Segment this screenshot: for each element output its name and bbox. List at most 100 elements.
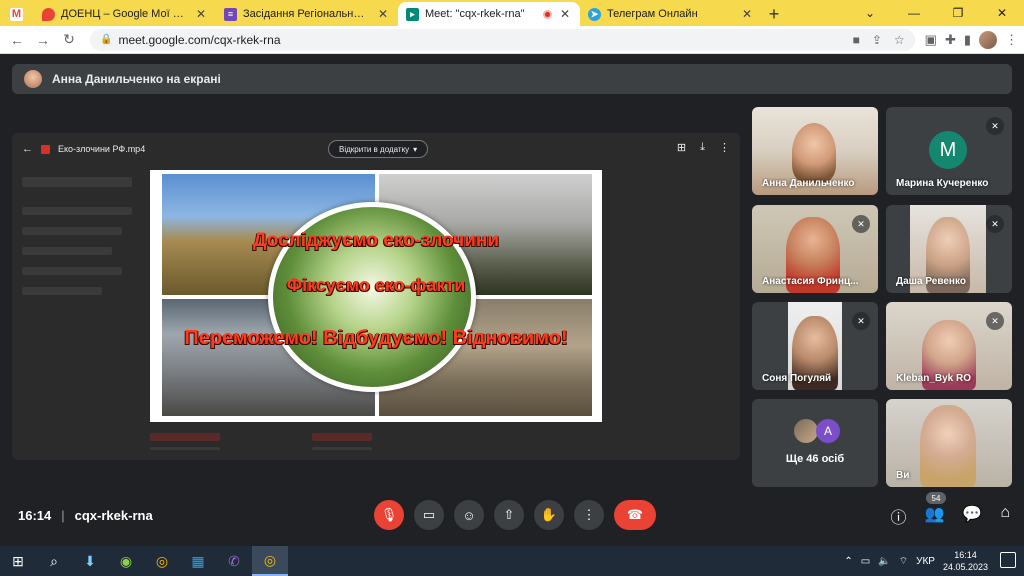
network-icon[interactable]: ▭ xyxy=(861,556,870,567)
open-with-button[interactable]: Відкрити в додатку ▾ xyxy=(328,140,429,158)
tab-gmail[interactable]: M xyxy=(0,2,34,26)
back-icon[interactable]: ← xyxy=(6,29,28,51)
clock-time: 16:14 xyxy=(954,550,977,560)
chat-icon[interactable]: 💬 xyxy=(962,504,982,528)
back-icon[interactable]: ← xyxy=(22,143,33,155)
video-file-icon xyxy=(41,144,50,154)
tab-telegram[interactable]: ➤ Телеграм Онлайн ✕ xyxy=(580,2,762,26)
participant-initial-avatar: A xyxy=(816,419,840,443)
more-vert-icon: ⋮ xyxy=(582,507,596,522)
leave-call-button[interactable]: ☎ xyxy=(614,500,656,530)
background-ghost xyxy=(22,177,132,187)
reactions-button[interactable]: ☺ xyxy=(454,500,484,530)
app-icon[interactable]: ⬇ xyxy=(72,546,108,576)
close-icon[interactable]: ✕ xyxy=(376,7,390,21)
background-ghost xyxy=(150,447,220,450)
background-ghost xyxy=(22,227,122,235)
participant-tile[interactable]: Анна Данильченко xyxy=(752,107,878,195)
more-vert-icon[interactable]: ⋮ xyxy=(719,141,730,154)
telegram-icon: ➤ xyxy=(588,7,601,21)
app-icon[interactable]: ◉ xyxy=(108,546,144,576)
slide-line-1: Досліджуємо еко-злочини xyxy=(252,230,500,251)
extension-icon[interactable]: ▣ xyxy=(925,32,937,48)
bookmark-star-icon[interactable]: ☆ xyxy=(894,33,905,47)
self-view-tile[interactable]: Ви xyxy=(886,399,1012,487)
forward-icon[interactable]: → xyxy=(32,29,54,51)
background-ghost xyxy=(312,433,372,441)
participant-tile[interactable]: ✕ Анастасия Фринц... xyxy=(752,205,878,293)
presenting-banner: Анна Данильченко на екрані xyxy=(12,64,1012,94)
participant-avatar xyxy=(794,419,818,443)
wifi-icon[interactable]: ⌔ xyxy=(899,555,908,568)
background-ghost xyxy=(22,287,102,295)
emoji-icon: ☺ xyxy=(462,507,476,523)
more-participants-tile[interactable]: A Ще 46 осіб xyxy=(752,399,878,487)
participant-name: Анна Данильченко xyxy=(762,178,855,189)
close-icon[interactable]: ✕ xyxy=(194,7,208,21)
raise-hand-button[interactable]: ✋ xyxy=(534,500,564,530)
windows-taskbar: ⊞ ⌕ ⬇ ◉ ◎ ▦ ✆ ◎ ⌃ ▭ 🔈 ⌔ УКР 16:14 24.05.… xyxy=(0,546,1024,576)
sidepanel-icon[interactable]: ▮ xyxy=(964,32,971,48)
chrome-icon[interactable]: ◎ xyxy=(144,546,180,576)
language-indicator[interactable]: УКР xyxy=(916,556,935,567)
present-button[interactable]: ⇧ xyxy=(494,500,524,530)
slide-line-2: Фіксуємо еко-факти xyxy=(286,275,466,295)
participant-count-badge: 54 xyxy=(926,492,946,504)
new-tab-button[interactable]: + xyxy=(762,2,786,26)
people-icon[interactable]: 👥 xyxy=(924,504,944,528)
search-icon[interactable]: ⌕ xyxy=(36,546,72,576)
info-icon[interactable]: ⓘ xyxy=(890,504,906,528)
meeting-time: 16:14 xyxy=(18,508,52,523)
download-icon[interactable]: ⤓ xyxy=(700,141,705,154)
more-avatars: A xyxy=(794,419,840,443)
close-window-icon[interactable]: ✕ xyxy=(980,0,1024,26)
presenting-text: Анна Данильченко на екрані xyxy=(52,72,221,86)
restore-icon[interactable]: ❐ xyxy=(936,0,980,26)
puzzle-icon[interactable]: ✚ xyxy=(945,32,956,48)
tab-maps[interactable]: ДОЕНЦ – Google Мої карти ✕ xyxy=(34,2,216,26)
tab-title: Meet: "cqx-rkek-rna" xyxy=(425,8,525,20)
viber-icon[interactable]: ✆ xyxy=(216,546,252,576)
windows-start-icon[interactable]: ⊞ xyxy=(0,546,36,576)
tab-forms[interactable]: ≡ Засідання Регіонального осере... ✕ xyxy=(216,2,398,26)
chevron-up-icon[interactable]: ⌃ xyxy=(844,556,852,567)
activities-icon[interactable]: ⌂ xyxy=(1000,504,1010,528)
comment-add-icon[interactable]: ⊞ xyxy=(677,141,686,154)
camera-button[interactable]: ▭ xyxy=(414,500,444,530)
participant-face xyxy=(792,123,836,183)
maps-icon xyxy=(42,7,55,21)
file-name: Еко-злочини РФ.mp4 xyxy=(58,144,146,154)
app-icon[interactable]: ▦ xyxy=(180,546,216,576)
reload-icon[interactable]: ↻ xyxy=(58,29,80,51)
address-bar[interactable]: 🔒 meet.google.com/cqx-rkek-rna ■ ⇪ ☆ xyxy=(90,28,915,51)
present-screen-icon: ⇧ xyxy=(503,507,515,522)
chrome-icon[interactable]: ◎ xyxy=(252,546,288,576)
separator: | xyxy=(61,508,65,523)
minimize-icon[interactable]: — xyxy=(892,0,936,26)
chevron-down-icon[interactable]: ⌄ xyxy=(848,0,892,26)
camera-icon[interactable]: ■ xyxy=(853,33,860,47)
forms-icon: ≡ xyxy=(224,7,237,21)
participant-tile[interactable]: ✕ Соня Погуляй xyxy=(752,302,878,390)
more-options-button[interactable]: ⋮ xyxy=(574,500,604,530)
volume-icon[interactable]: 🔈 xyxy=(878,556,890,567)
profile-avatar[interactable] xyxy=(979,30,997,49)
tab-meet[interactable]: ▸ Meet: "cqx-rkek-rna" ✕ xyxy=(398,2,580,26)
participant-tile[interactable]: ✕ Kleban_Byk RO xyxy=(886,302,1012,390)
menu-dots-icon[interactable]: ⋮ xyxy=(1005,32,1018,48)
browser-toolbar: ← → ↻ 🔒 meet.google.com/cqx-rkek-rna ■ ⇪… xyxy=(0,26,1024,54)
close-icon[interactable]: ✕ xyxy=(558,7,572,21)
meeting-info: 16:14 | cqx-rkek-rna xyxy=(18,508,153,523)
participant-tile[interactable]: ✕ M Марина Кучеренко xyxy=(886,107,1012,195)
mic-off-button[interactable]: 🎙 xyxy=(374,500,404,530)
share-icon[interactable]: ⇪ xyxy=(872,33,882,47)
participant-tile[interactable]: ✕ Даша Ревенко xyxy=(886,205,1012,293)
notification-icon[interactable] xyxy=(1000,552,1016,568)
participant-name: Ви xyxy=(896,470,910,481)
presentation-area: ← Еко-злочини РФ.mp4 Відкрити в додатку … xyxy=(12,133,740,460)
close-icon[interactable]: ✕ xyxy=(740,7,754,21)
viewer-tools: ⊞ ⤓ ⋮ xyxy=(677,141,730,154)
meeting-code: cqx-rkek-rna xyxy=(74,508,153,523)
clock[interactable]: 16:14 24.05.2023 xyxy=(943,549,988,573)
open-with-label: Відкрити в додатку xyxy=(339,144,410,154)
